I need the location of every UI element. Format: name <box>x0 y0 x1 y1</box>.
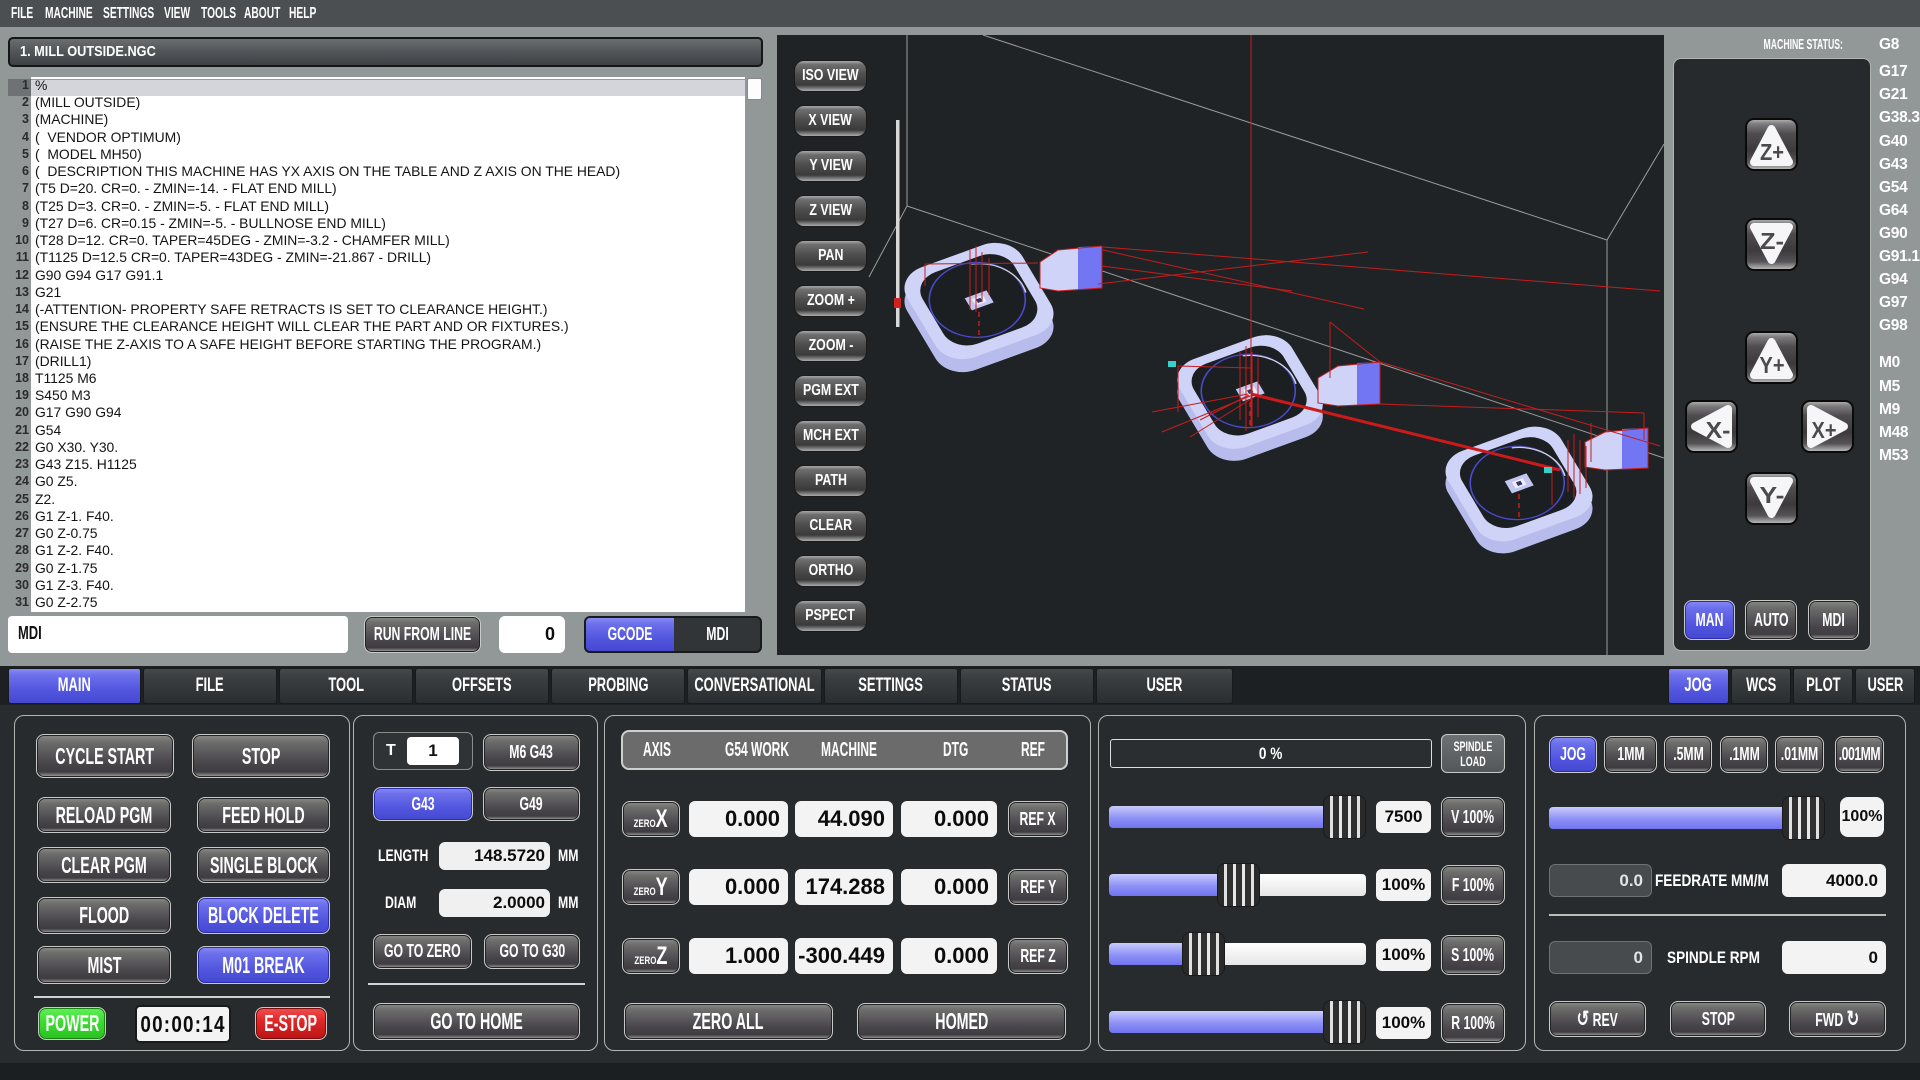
svg-text:Z+: Z+ <box>1760 139 1784 165</box>
svg-text:X-: X- <box>1706 417 1731 443</box>
svg-text:X+: X+ <box>1812 417 1837 443</box>
svg-text:Y+: Y+ <box>1760 352 1785 378</box>
svg-text:Y-: Y- <box>1760 482 1785 508</box>
svg-text:Z-: Z- <box>1760 228 1784 254</box>
